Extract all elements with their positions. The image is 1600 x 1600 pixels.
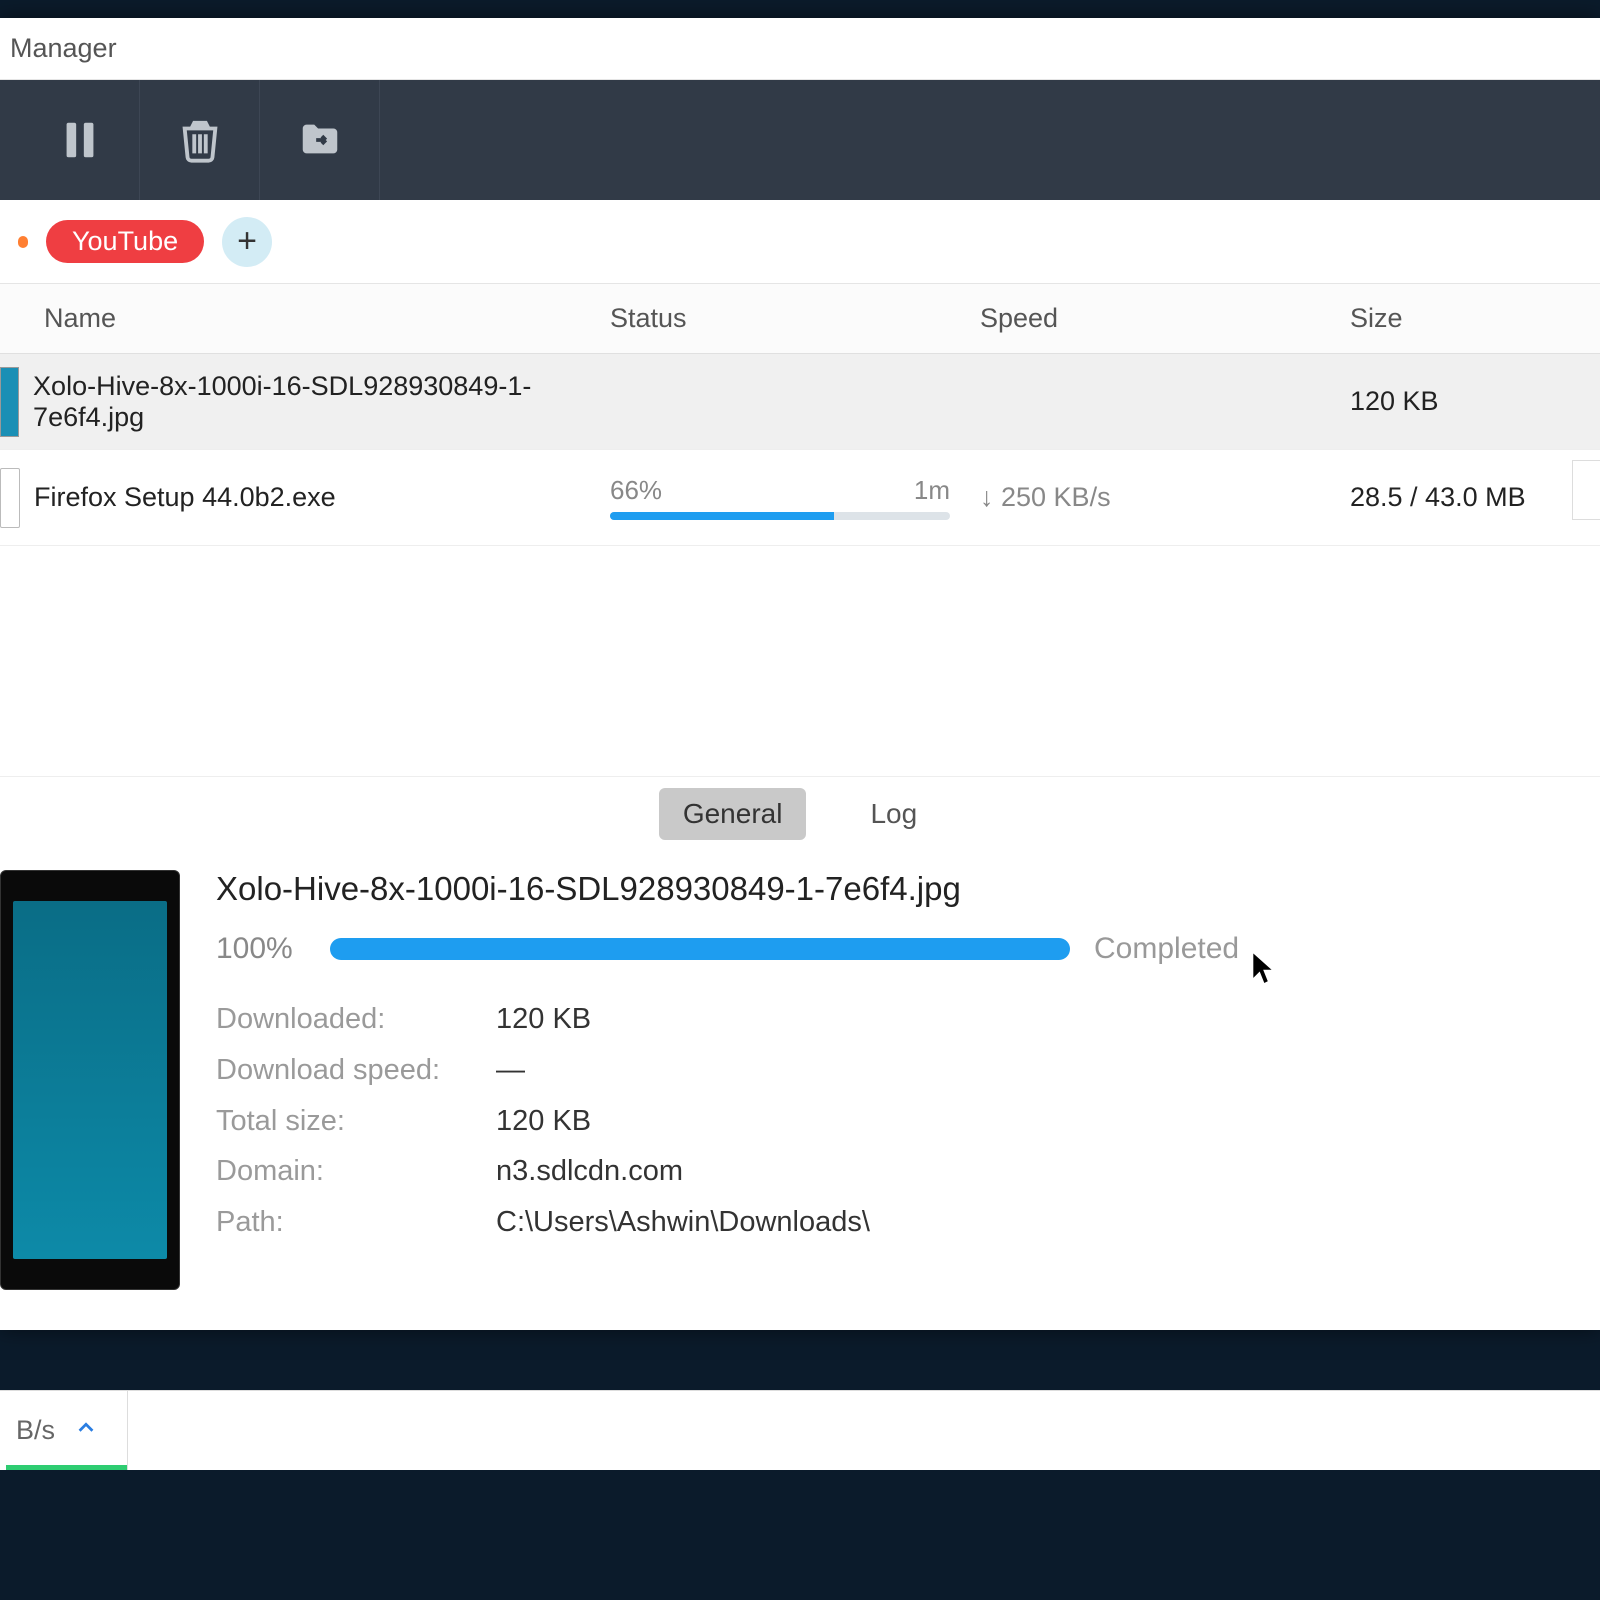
file-name: Xolo-Hive-8x-1000i-16-SDL928930849-1-7e6…: [33, 371, 610, 433]
label-domain: Domain:: [216, 1146, 496, 1197]
tag-pill[interactable]: [18, 236, 28, 248]
value-speed: —: [496, 1045, 525, 1096]
row-size: 120 KB: [1350, 386, 1600, 417]
move-to-folder-button[interactable]: [260, 80, 380, 200]
label-path: Path:: [216, 1197, 496, 1248]
progress-pct: 66%: [610, 475, 662, 506]
value-path: C:\Users\Ashwin\Downloads\: [496, 1197, 870, 1248]
chevron-up-icon: [75, 1415, 97, 1446]
progress-bar: [610, 512, 950, 520]
toolbar: [0, 80, 1600, 200]
detail-tabs: General Log: [0, 776, 1600, 850]
folder-arrow-icon: [297, 117, 343, 163]
table-header: Name Status Speed Size: [0, 284, 1600, 354]
detail-progress-bar: [330, 938, 1070, 960]
detail-panel: Xolo-Hive-8x-1000i-16-SDL928930849-1-7e6…: [0, 850, 1600, 1330]
status-speed: B/s: [16, 1415, 55, 1446]
row-size: 28.5 / 43.0 MB: [1350, 482, 1600, 513]
window-title: Manager: [10, 33, 117, 64]
status-bar: B/s: [0, 1390, 1600, 1470]
empty-list-area: [0, 546, 1600, 776]
detail-filename: Xolo-Hive-8x-1000i-16-SDL928930849-1-7e6…: [216, 870, 1540, 908]
row-speed: ↓ 250 KB/s: [980, 482, 1350, 513]
trash-icon: [177, 117, 223, 163]
youtube-tag[interactable]: YouTube: [46, 220, 204, 263]
col-speed[interactable]: Speed: [980, 303, 1350, 334]
progress-cell: 66% 1m: [610, 475, 950, 520]
progress-eta: 1m: [914, 475, 950, 506]
value-domain: n3.sdlcdn.com: [496, 1146, 683, 1197]
download-row[interactable]: Xolo-Hive-8x-1000i-16-SDL928930849-1-7e6…: [0, 354, 1600, 450]
status-speed-segment[interactable]: B/s: [6, 1391, 128, 1470]
col-status[interactable]: Status: [610, 303, 980, 334]
label-downloaded: Downloaded:: [216, 994, 496, 1045]
pause-icon: [57, 117, 103, 163]
download-row[interactable]: Firefox Setup 44.0b2.exe 66% 1m ↓ 250 KB…: [0, 450, 1600, 546]
tab-log[interactable]: Log: [846, 788, 941, 840]
thumbnail-icon: [0, 367, 19, 437]
value-total: 120 KB: [496, 1096, 591, 1147]
value-downloaded: 120 KB: [496, 994, 591, 1045]
pause-button[interactable]: [20, 80, 140, 200]
label-speed: Download speed:: [216, 1045, 496, 1096]
file-icon: [0, 468, 20, 528]
app-window: Manager YouTube + Name Status Speed Size: [0, 18, 1600, 1330]
detail-status: Completed: [1094, 932, 1239, 966]
detail-percent: 100%: [216, 932, 306, 966]
col-size[interactable]: Size: [1350, 303, 1600, 334]
file-name: Firefox Setup 44.0b2.exe: [34, 482, 336, 513]
add-tag-button[interactable]: +: [222, 217, 272, 267]
tab-general[interactable]: General: [659, 788, 807, 840]
delete-button[interactable]: [140, 80, 260, 200]
tag-bar: YouTube +: [0, 200, 1600, 284]
search-toggle[interactable]: [1572, 460, 1600, 520]
label-total: Total size:: [216, 1096, 496, 1147]
file-preview: [0, 870, 180, 1290]
col-name[interactable]: Name: [0, 303, 610, 334]
titlebar[interactable]: Manager: [0, 18, 1600, 80]
